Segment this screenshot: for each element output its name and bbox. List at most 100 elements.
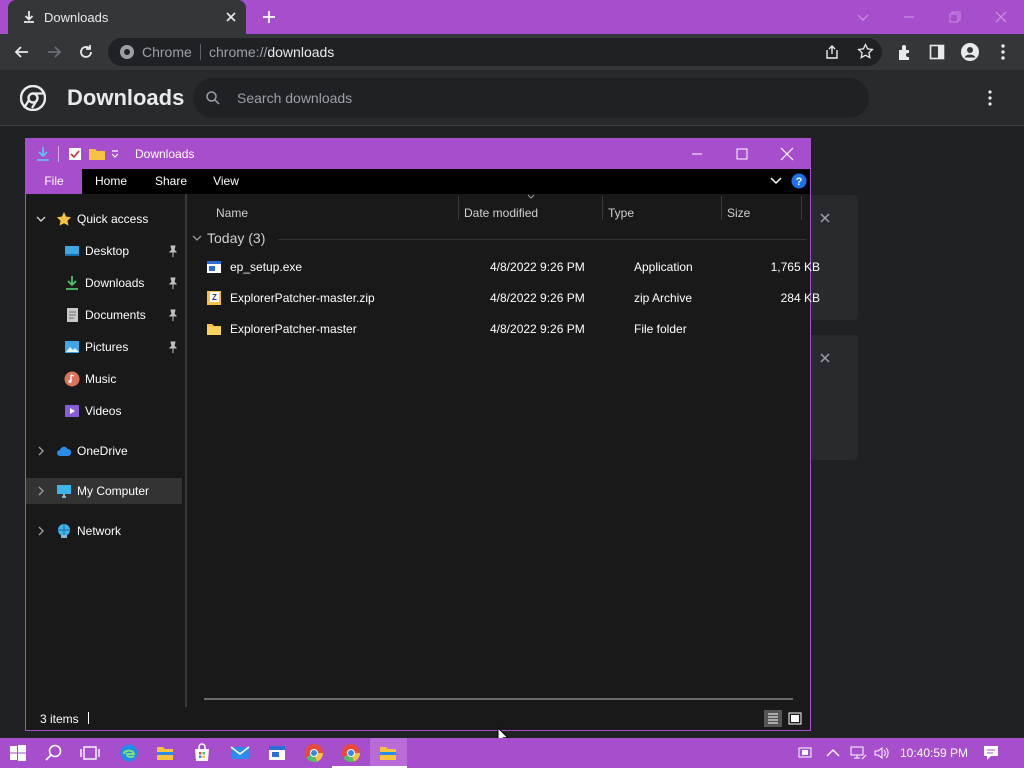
- search-downloads-input[interactable]: Search downloads: [193, 78, 869, 118]
- maximize-icon[interactable]: [731, 143, 753, 165]
- chevron-down-icon[interactable]: [36, 214, 46, 224]
- chevron-up-icon[interactable]: [825, 745, 845, 765]
- start-windows-icon[interactable]: [8, 743, 28, 763]
- nav-item-videos[interactable]: Videos: [26, 398, 182, 424]
- address-bar[interactable]: Chrome chrome://downloads: [108, 38, 882, 66]
- taskbar: 10:40:59 PM: [0, 738, 1024, 768]
- nav-label: Downloads: [85, 276, 145, 290]
- nav-item-documents[interactable]: Documents: [26, 302, 182, 328]
- quick-access-toolbar-dropdown-icon[interactable]: [110, 149, 120, 159]
- pin-icon[interactable]: [168, 309, 178, 321]
- network-status-icon[interactable]: [849, 744, 869, 764]
- downloads-menu-icon[interactable]: [982, 88, 998, 108]
- tab-file[interactable]: File: [26, 169, 82, 194]
- properties-icon[interactable]: [68, 147, 82, 161]
- exe-icon: [206, 259, 222, 275]
- tab-view[interactable]: View: [206, 169, 246, 194]
- profile-icon[interactable]: [960, 42, 980, 62]
- nav-item-desktop[interactable]: Desktop: [26, 238, 182, 264]
- nav-item-network[interactable]: Network: [26, 518, 182, 544]
- column-header-type[interactable]: Type: [608, 206, 634, 220]
- desktop-icon: [64, 243, 80, 259]
- explorer-patcher-app-icon[interactable]: [267, 743, 287, 763]
- close-window-icon[interactable]: [990, 6, 1012, 28]
- nav-item-music[interactable]: Music: [26, 366, 182, 392]
- tab-downloads[interactable]: Downloads: [8, 0, 246, 34]
- restore-icon[interactable]: [944, 6, 966, 28]
- minimize-icon[interactable]: [898, 6, 920, 28]
- pin-icon[interactable]: [168, 341, 178, 353]
- tab-close-icon[interactable]: [224, 10, 238, 24]
- volume-icon[interactable]: [873, 744, 893, 764]
- title-separator: [58, 146, 59, 162]
- file-row[interactable]: ExplorerPatcher-master 4/8/2022 9:26 PM …: [200, 315, 800, 343]
- expand-ribbon-icon[interactable]: [770, 176, 782, 186]
- chrome-icon[interactable]: [341, 743, 361, 763]
- file-row[interactable]: ep_setup.exe 4/8/2022 9:26 PM Applicatio…: [200, 253, 820, 281]
- edge-icon[interactable]: [119, 743, 139, 763]
- back-icon[interactable]: [12, 42, 32, 62]
- share-icon[interactable]: [824, 44, 840, 60]
- close-icon[interactable]: [776, 143, 798, 165]
- notifications-icon[interactable]: [982, 744, 1002, 764]
- details-view-icon[interactable]: [764, 710, 782, 727]
- store-icon[interactable]: [192, 743, 212, 763]
- bookmark-star-icon[interactable]: [857, 43, 874, 60]
- nav-label: Documents: [85, 308, 146, 322]
- tab-title: Downloads: [44, 10, 109, 25]
- reload-icon[interactable]: [76, 42, 96, 62]
- file-explorer-icon[interactable]: [378, 743, 398, 763]
- pin-icon[interactable]: [168, 245, 178, 257]
- column-divider[interactable]: [458, 196, 459, 220]
- minimize-icon[interactable]: [686, 143, 708, 165]
- help-icon[interactable]: ?: [791, 173, 807, 189]
- download-icon: [22, 10, 36, 24]
- column-divider[interactable]: [801, 196, 802, 220]
- forward-icon[interactable]: [44, 42, 64, 62]
- group-header-today[interactable]: Today (3): [207, 230, 265, 246]
- new-folder-icon[interactable]: [88, 147, 106, 161]
- omnibox-chip: Chrome: [142, 44, 192, 60]
- file-row[interactable]: Z ExplorerPatcher-master.zip 4/8/2022 9:…: [200, 284, 820, 312]
- new-tab-icon[interactable]: [258, 8, 280, 26]
- file-size: 284 KB: [780, 291, 820, 305]
- search-icon[interactable]: [44, 743, 64, 763]
- navigation-pane-divider[interactable]: [185, 194, 187, 707]
- task-view-icon[interactable]: [80, 743, 100, 763]
- chevron-right-icon[interactable]: [36, 486, 46, 496]
- chevron-down-icon[interactable]: [192, 233, 202, 243]
- ime-icon[interactable]: [797, 744, 817, 764]
- taskbar-clock[interactable]: 10:40:59 PM: [900, 746, 968, 760]
- file-explorer-icon[interactable]: [155, 743, 175, 763]
- nav-item-onedrive[interactable]: OneDrive: [26, 438, 182, 464]
- column-divider[interactable]: [721, 196, 722, 220]
- nav-item-quick-access[interactable]: Quick access: [26, 206, 182, 232]
- mail-icon[interactable]: [230, 743, 250, 763]
- explorer-title-bar[interactable]: Downloads: [26, 139, 810, 169]
- horizontal-scrollbar[interactable]: [204, 698, 793, 700]
- nav-item-pictures[interactable]: Pictures: [26, 334, 182, 360]
- star-icon: [56, 211, 72, 227]
- documents-icon: [64, 307, 80, 323]
- tab-search-icon[interactable]: [852, 6, 874, 28]
- chevron-right-icon[interactable]: [36, 446, 46, 456]
- file-date: 4/8/2022 9:26 PM: [490, 322, 585, 336]
- chrome-icon[interactable]: [304, 743, 324, 763]
- remove-download-icon[interactable]: [818, 211, 832, 225]
- nav-item-downloads[interactable]: Downloads: [26, 270, 182, 296]
- column-divider[interactable]: [602, 196, 603, 220]
- extensions-icon[interactable]: [896, 43, 914, 61]
- browser-menu-icon[interactable]: [993, 42, 1013, 62]
- svg-text:?: ?: [796, 176, 803, 188]
- pin-icon[interactable]: [168, 277, 178, 289]
- tab-share[interactable]: Share: [148, 169, 194, 194]
- chevron-right-icon[interactable]: [36, 526, 46, 536]
- column-header-name[interactable]: Name: [216, 206, 248, 220]
- tab-home[interactable]: Home: [88, 169, 134, 194]
- remove-download-icon[interactable]: [818, 351, 832, 365]
- column-header-size[interactable]: Size: [727, 206, 750, 220]
- column-header-date-modified[interactable]: Date modified: [464, 206, 538, 220]
- nav-item-my-computer[interactable]: My Computer: [26, 478, 182, 504]
- large-icons-view-icon[interactable]: [786, 710, 804, 727]
- side-panel-icon[interactable]: [929, 44, 945, 60]
